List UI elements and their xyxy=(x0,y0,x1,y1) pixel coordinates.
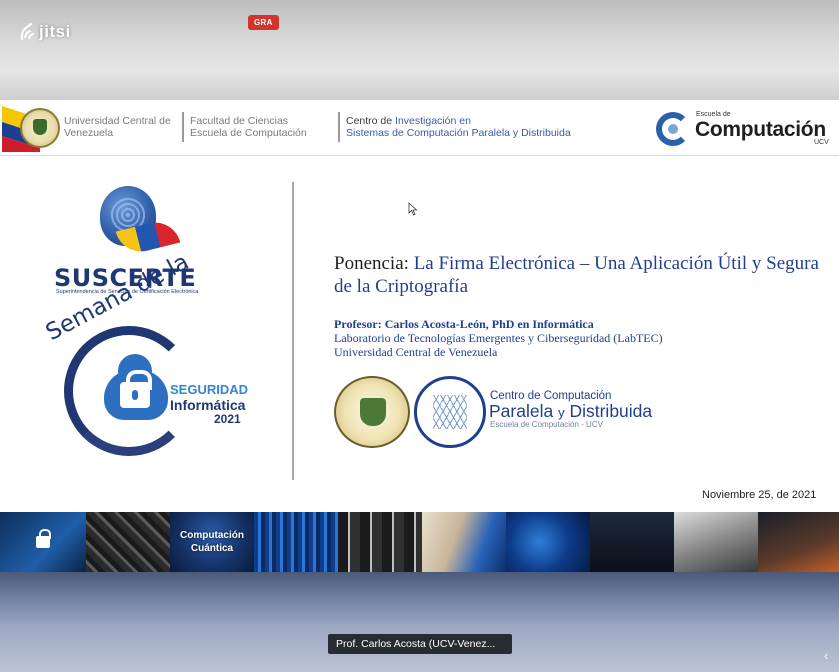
ccpd-hex-logo-icon xyxy=(414,376,486,448)
escuela-logo-icon xyxy=(656,112,690,146)
shared-slide: Universidad Central de Venezuela Faculta… xyxy=(0,100,839,572)
strip-computacion-label: Computación xyxy=(180,530,244,541)
mouse-cursor-icon xyxy=(408,202,418,216)
strip-image-quantum: Computación Cuántica xyxy=(170,512,254,572)
presentation-title: Ponencia: La Firma Electrónica – Una Apl… xyxy=(334,252,824,298)
year-text: 2021 xyxy=(214,412,241,426)
escuela-logo-title: Computación xyxy=(695,118,826,141)
header-centro: Centro de Investigación en Sistemas de C… xyxy=(346,115,616,139)
header-divider xyxy=(182,112,184,142)
header-centro-line1b: Investigación en xyxy=(395,115,471,127)
ccpd-line3: Escuela de Computación - UCV xyxy=(490,420,603,429)
header-centro-line2: Sistemas de Computación Paralela y Distr… xyxy=(346,127,571,139)
slide-divider xyxy=(292,182,294,480)
presenter-info: Profesor: Carlos Acosta-León, PhD en Inf… xyxy=(334,317,814,359)
strip-image-hacker xyxy=(590,512,674,572)
strip-image-datacenter xyxy=(338,512,422,572)
strip-image-code xyxy=(758,512,839,572)
jitsi-logo-text: jitsi xyxy=(39,22,71,41)
laboratorio-line: Laboratorio de Tecnologías Emergentes y … xyxy=(334,331,663,345)
header-divider xyxy=(338,112,340,142)
strip-image-circuit xyxy=(86,512,170,572)
universidad-line: Universidad Central de Venezuela xyxy=(334,345,498,359)
seguridad-text: SEGURIDAD xyxy=(170,382,249,397)
escuela-logo-ucv: UCV xyxy=(814,139,829,146)
escuela-computacion-logo: Escuela de Computación UCV xyxy=(656,110,836,150)
strip-image-blockchain xyxy=(506,512,590,572)
suscerte-emblem-icon xyxy=(96,184,181,257)
participant-name-tag[interactable]: Prof. Carlos Acosta (UCV-Venez... xyxy=(328,634,512,654)
ccpd-distribuida: Distribuida xyxy=(569,401,653,421)
padlock-icon xyxy=(120,370,152,408)
camera-feed-top xyxy=(0,0,839,100)
header-universidad: Universidad Central de Venezuela xyxy=(64,115,171,139)
slide-header: Universidad Central de Venezuela Faculta… xyxy=(0,100,839,156)
strip-image-security xyxy=(0,512,86,572)
strip-image-chip xyxy=(254,512,338,572)
lock-icon xyxy=(36,529,51,548)
ucv-seal-icon xyxy=(20,108,60,148)
ponencia-label: Ponencia: xyxy=(334,253,409,274)
chevron-left-icon[interactable]: ‹ xyxy=(824,648,828,663)
header-centro-line1a: Centro de xyxy=(346,115,396,127)
slide-date: Noviembre 25, de 2021 xyxy=(702,489,817,501)
camera-feed-bottom xyxy=(0,572,839,672)
profesor-line: Profesor: Carlos Acosta-León, PhD en Inf… xyxy=(334,317,594,331)
ccpd-line2: Paralela y Distribuida xyxy=(489,401,652,422)
header-facultad-line1: Facultad de Ciencias xyxy=(190,115,289,127)
jitsi-logo[interactable]: jitsi xyxy=(20,22,71,42)
strip-image-signature xyxy=(422,512,506,572)
header-facultad-line2: Escuela de Computación xyxy=(190,127,307,139)
strip-cuantica-label: Cuántica xyxy=(190,543,234,554)
jitsi-icon xyxy=(20,23,34,40)
escuela-logo-small: Escuela de xyxy=(696,111,731,118)
recording-badge[interactable]: GRA xyxy=(248,15,279,30)
informatica-text: Informática xyxy=(170,397,246,413)
ucv-crest-icon xyxy=(334,376,410,448)
image-strip: Computación Cuántica xyxy=(0,512,839,572)
ccpd-y: y xyxy=(558,405,565,420)
header-facultad: Facultad de Ciencias Escuela de Computac… xyxy=(190,115,330,139)
ccpd-paralela: Paralela xyxy=(489,401,554,421)
strip-image-laptop xyxy=(674,512,758,572)
